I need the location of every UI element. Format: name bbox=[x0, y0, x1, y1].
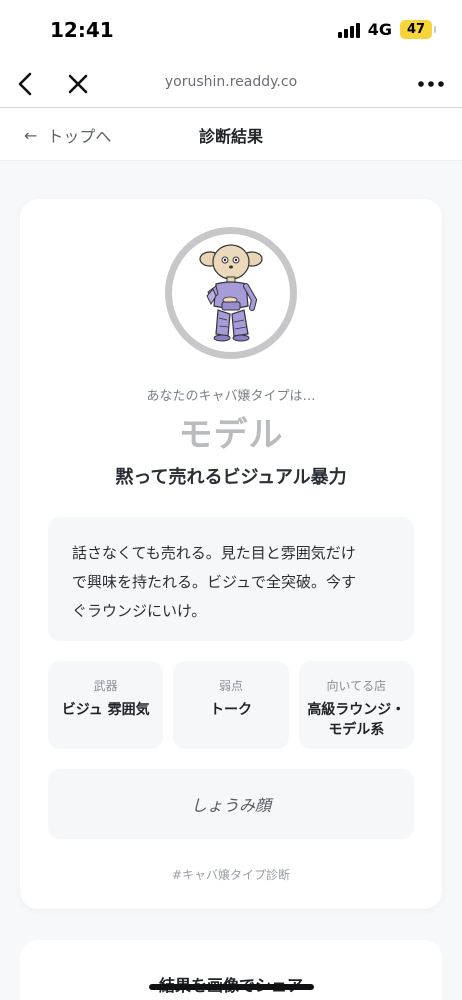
description-line: ぐラウンジにいけ。 bbox=[72, 602, 207, 620]
status-time: 12:41 bbox=[50, 18, 114, 42]
face-type-box: しょうみ顔 bbox=[48, 769, 414, 839]
stat-weakness: 弱点 トーク bbox=[173, 661, 289, 749]
type-tagline: 黙って売れるビジュアル暴力 bbox=[115, 467, 347, 488]
status-bar: 12:41 4G 47 bbox=[0, 0, 462, 62]
home-indicator bbox=[149, 984, 314, 990]
signal-icon bbox=[337, 22, 360, 38]
stat-label: 弱点 bbox=[218, 679, 243, 693]
battery-icon: 47 bbox=[400, 20, 436, 39]
description-box: 話さなくても売れる。見た目と雰囲気だけ で興味を持たれる。ビジュで全突破。今す … bbox=[48, 517, 414, 641]
stat-value: 高級ラウンジ・モデル系 bbox=[307, 702, 406, 738]
stat-label: 向いてる店 bbox=[326, 679, 387, 693]
face-type-label: しょうみ顔 bbox=[190, 796, 271, 815]
status-indicators: 4G 47 bbox=[337, 20, 436, 39]
network-label: 4G bbox=[367, 20, 392, 39]
type-intro-text: あなたのキャバ嬢タイプは… bbox=[146, 389, 316, 404]
page-title: 診断結果 bbox=[198, 127, 263, 146]
url-display[interactable]: yorushin.readdy.co bbox=[0, 74, 462, 90]
hashtag: #キャバ嬢タイプ診断 bbox=[171, 868, 291, 882]
stat-suited-shop: 向いてる店 高級ラウンジ・モデル系 bbox=[298, 661, 414, 749]
more-horizontal-icon[interactable] bbox=[416, 70, 446, 98]
browser-toolbar: yorushin.readdy.co bbox=[0, 62, 462, 108]
share-card: 結果を画像でシェア bbox=[20, 940, 442, 1000]
description-line: 話さなくても売れる。見た目と雰囲気だけ bbox=[72, 544, 356, 562]
type-name: モデル bbox=[178, 415, 284, 455]
description-line: で興味を持たれる。ビジュで全突破。今す bbox=[72, 573, 356, 591]
character-illustration bbox=[172, 234, 290, 352]
page-header: ← トップへ 診断結果 bbox=[0, 108, 462, 161]
avatar bbox=[165, 227, 297, 359]
battery-level: 47 bbox=[406, 22, 426, 37]
stat-value: トーク bbox=[209, 702, 252, 718]
stats-row: 武器 ビジュ 雰囲気 弱点 トーク 向いてる店 高級ラウンジ・モデル系 bbox=[48, 661, 414, 749]
stat-weapon: 武器 ビジュ 雰囲気 bbox=[48, 661, 164, 749]
stat-label: 武器 bbox=[93, 679, 118, 693]
result-card: あなたのキャバ嬢タイプは… モデル 黙って売れるビジュアル暴力 話さなくても売れ… bbox=[20, 199, 442, 909]
stat-value: ビジュ 雰囲気 bbox=[61, 702, 150, 718]
